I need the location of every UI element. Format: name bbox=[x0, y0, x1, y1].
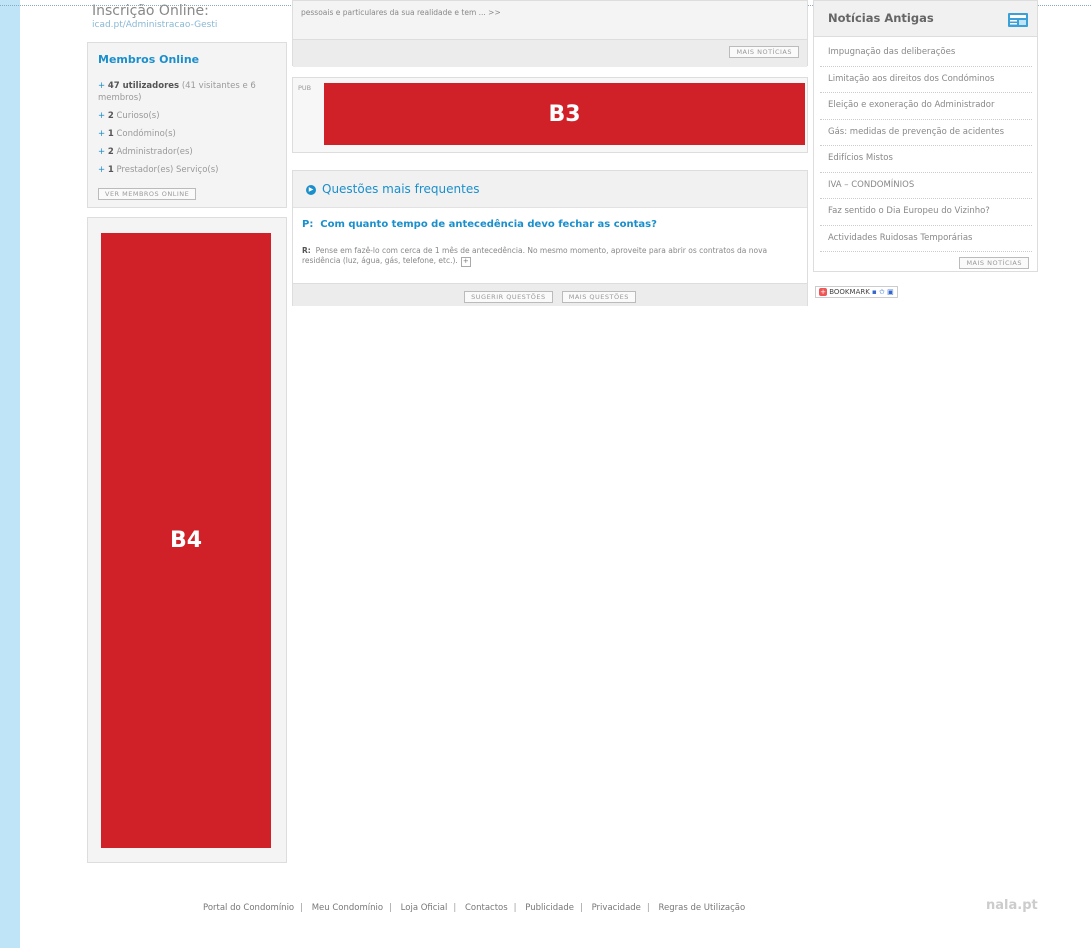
old-news-item[interactable]: Faz sentido o Dia Europeu do Vizinho? bbox=[820, 199, 1032, 226]
faq-question[interactable]: P: Com quanto tempo de antecedência devo… bbox=[302, 219, 657, 230]
members-online-list: + 47 utilizadores (41 visitantes e 6 mem… bbox=[98, 80, 280, 182]
old-news-item[interactable]: Eleição e exoneração do Administrador bbox=[820, 93, 1032, 120]
footer-link-portal[interactable]: Portal do Condomínio bbox=[203, 903, 294, 913]
old-news-item[interactable]: Limitação aos direitos dos Condóminos bbox=[820, 67, 1032, 93]
old-news-title: Notícias Antigas bbox=[828, 11, 934, 25]
suggest-questions-button[interactable]: Sugerir questões bbox=[464, 291, 553, 303]
old-news-list: Impugnação das deliberações Limitação ao… bbox=[820, 40, 1032, 252]
old-news-panel: Notícias Antigas Impugnação das delibera… bbox=[813, 0, 1038, 272]
old-news-button-wrap: Mais notícias bbox=[959, 250, 1029, 269]
faq-header: ▶ Questões mais frequentes bbox=[293, 171, 807, 208]
footer-link-terms[interactable]: Regras de Utilização bbox=[659, 903, 746, 913]
faq-answer: R: Pense em fazê-lo com cerca de 1 mês d… bbox=[302, 246, 768, 267]
more-questions-button[interactable]: Mais questões bbox=[561, 291, 636, 303]
footer-link-privacy[interactable]: Privacidade bbox=[592, 903, 641, 913]
members-item-service-providers: + 1 Prestador(es) Serviço(s) bbox=[98, 165, 219, 175]
more-old-news-button[interactable]: Mais notícias bbox=[959, 257, 1029, 269]
members-item-curious: + 2 Curioso(s) bbox=[98, 111, 160, 121]
old-news-item[interactable]: Actividades Ruidosas Temporárias bbox=[820, 226, 1032, 252]
news-panel-tail: pessoais e particulares da sua realidade… bbox=[292, 0, 808, 67]
arrow-right-icon: ▶ bbox=[306, 185, 316, 195]
old-news-item[interactable]: Gás: medidas de prevenção de acidentes bbox=[820, 120, 1032, 146]
faq-button-row: Sugerir questões Mais questões bbox=[293, 283, 807, 306]
ad-panel-b3: PUB B3 bbox=[292, 77, 808, 153]
news-excerpt: pessoais e particulares da sua realidade… bbox=[301, 8, 501, 17]
social-icons: ▪ ✩ ▣ bbox=[872, 288, 894, 296]
members-item-administrators: + 2 Administrador(es) bbox=[98, 147, 193, 157]
footer-links: Portal do Condomínio | Meu Condomínio | Lo… bbox=[203, 903, 746, 913]
faq-panel: ▶ Questões mais frequentes P: Com quanto… bbox=[292, 170, 808, 306]
brand-logo[interactable]: nala.pt bbox=[986, 898, 1038, 913]
online-registration-link[interactable]: icad.pt/Administracao-Gesti bbox=[92, 20, 217, 30]
old-news-header: Notícias Antigas bbox=[814, 1, 1037, 37]
ad-panel-b4: B4 bbox=[87, 217, 287, 863]
expand-icon[interactable]: + bbox=[460, 257, 471, 267]
members-online-panel: Membros Online + 47 utilizadores (41 vis… bbox=[87, 42, 287, 208]
online-registration-title: Inscrição Online: bbox=[92, 3, 209, 19]
footer-link-store[interactable]: Loja Oficial bbox=[401, 903, 448, 913]
newspaper-icon bbox=[1008, 13, 1028, 27]
ad-banner-b4[interactable]: B4 bbox=[101, 233, 271, 848]
bookmark-label: BOOKMARK bbox=[829, 288, 870, 296]
footer-link-contacts[interactable]: Contactos bbox=[465, 903, 508, 913]
plus-icon: + bbox=[819, 288, 827, 296]
members-item-condo-owners: + 1 Condómino(s) bbox=[98, 129, 176, 139]
members-item-users: + 47 utilizadores (41 visitantes e 6 mem… bbox=[98, 81, 256, 103]
old-news-item[interactable]: Edifícios Mistos bbox=[820, 146, 1032, 173]
members-online-title: Membros Online bbox=[98, 53, 200, 66]
more-news-button[interactable]: Mais notícias bbox=[729, 46, 799, 58]
ad-banner-b3[interactable]: B3 bbox=[324, 83, 805, 145]
footer-link-advertising[interactable]: Publicidade bbox=[525, 903, 574, 913]
footer-link-my-condo[interactable]: Meu Condomínio bbox=[312, 903, 383, 913]
old-news-item[interactable]: Impugnação das deliberações bbox=[820, 40, 1032, 67]
view-members-online-button[interactable]: Ver membros online bbox=[98, 188, 197, 200]
news-button-row: Mais notícias bbox=[293, 39, 807, 67]
faq-title: Questões mais frequentes bbox=[322, 182, 480, 196]
left-side-strip bbox=[0, 0, 20, 948]
bookmark-button[interactable]: + BOOKMARK ▪ ✩ ▣ bbox=[815, 286, 898, 298]
pub-label: PUB bbox=[298, 84, 312, 92]
old-news-item[interactable]: IVA – CONDOMÍNIOS bbox=[820, 173, 1032, 199]
